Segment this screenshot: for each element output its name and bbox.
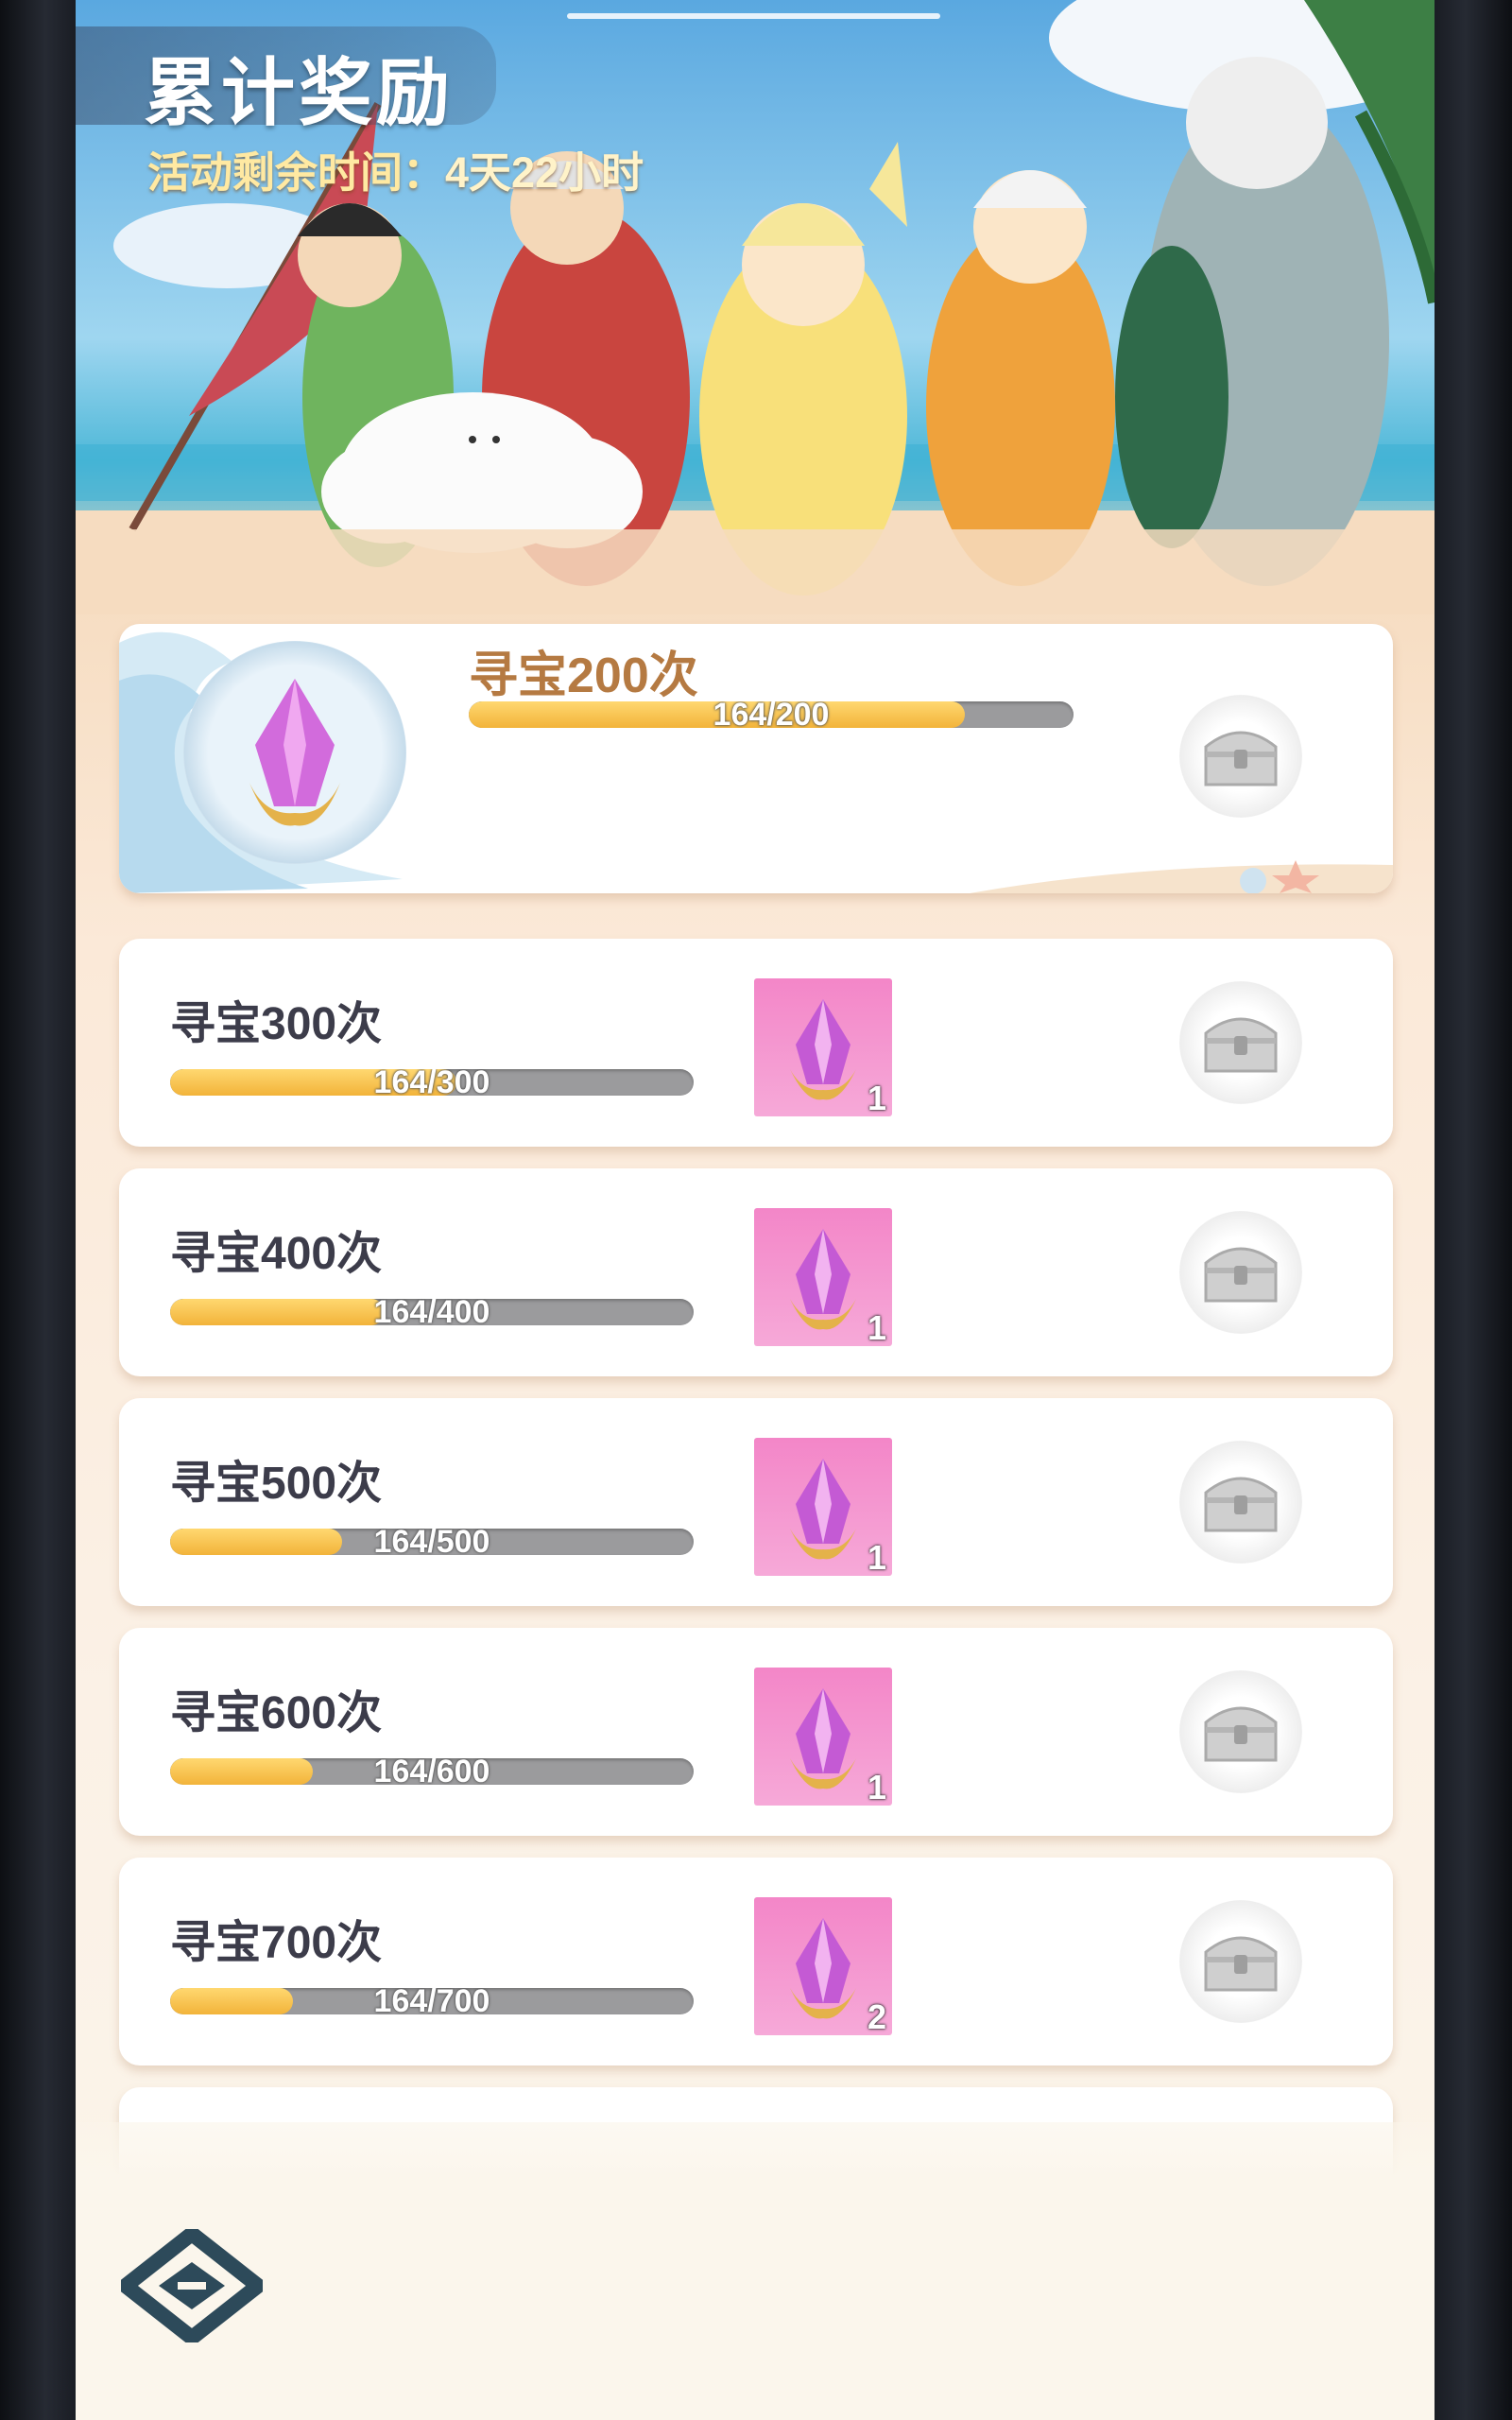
task-label: 寻宝600次 — [170, 1688, 383, 1738]
chest-button[interactable] — [1179, 981, 1302, 1104]
reward-item[interactable]: 1 — [754, 978, 892, 1117]
pink-crystal-icon — [249, 679, 340, 826]
treasure-chest-icon — [1204, 1247, 1278, 1303]
featured-progress-text: 164/200 — [713, 701, 830, 728]
task-progress-bar: 164/600 — [170, 1758, 694, 1785]
event-banner: 累计奖励 活动剩余时间：4天22小时 — [76, 0, 1435, 614]
featured-task-label: 寻宝200次 — [469, 648, 698, 703]
task-progress-bar: 164/700 — [170, 1988, 694, 2014]
reward-count: 1 — [867, 1079, 886, 1117]
treasure-chest-icon — [1204, 1477, 1278, 1532]
task-progress-text: 164/600 — [373, 1758, 490, 1785]
task-card: 寻宝400次 164/400 1 — [119, 1168, 1393, 1376]
reward-count: 2 — [867, 1997, 886, 2036]
task-progress-text: 164/700 — [373, 1988, 490, 2014]
task-card: 寻宝700次 164/700 2 — [119, 1858, 1393, 2066]
reward-count: 1 — [867, 1768, 886, 1806]
reward-item[interactable]: 1 — [754, 1438, 892, 1577]
reward-count: 1 — [867, 1308, 886, 1347]
treasure-chest-icon — [1204, 1017, 1278, 1073]
task-progress-bar: 164/500 — [170, 1529, 694, 1555]
treasure-chest-icon — [1204, 731, 1278, 786]
reward-item[interactable]: 1 — [754, 1668, 892, 1806]
chest-button[interactable] — [1179, 1900, 1302, 2023]
task-progress-text: 164/500 — [373, 1529, 490, 1555]
task-label: 寻宝700次 — [170, 1918, 383, 1968]
timer-label: 活动剩余时间： — [147, 148, 446, 197]
drag-handle[interactable] — [567, 13, 940, 19]
reward-panel: 累计奖励 活动剩余时间：4天22小时 寻宝200次 164/200 寻宝300次… — [76, 0, 1435, 2420]
list-bottom-fade — [76, 2122, 1435, 2420]
diamond-logo-icon[interactable] — [121, 2229, 263, 2342]
featured-chest-button[interactable] — [1179, 695, 1302, 818]
task-progress-bar: 164/300 — [170, 1069, 694, 1096]
reward-item[interactable]: 1 — [754, 1208, 892, 1347]
chest-button[interactable] — [1179, 1670, 1302, 1793]
task-label: 寻宝400次 — [170, 1229, 383, 1279]
task-progress-text: 164/300 — [373, 1069, 490, 1096]
reward-item[interactable]: 2 — [754, 1897, 892, 2036]
timer-value: 4天22小时 — [445, 148, 644, 197]
chest-button[interactable] — [1179, 1441, 1302, 1564]
featured-progress-bar: 164/200 — [469, 701, 1074, 728]
page-title: 累计奖励 — [144, 51, 455, 134]
task-label: 寻宝500次 — [170, 1459, 383, 1509]
task-card: 寻宝500次 164/500 1 — [119, 1398, 1393, 1606]
treasure-chest-icon — [1204, 1706, 1278, 1762]
task-progress-bar: 164/400 — [170, 1299, 694, 1325]
reward-count: 1 — [867, 1538, 886, 1577]
task-card: 寻宝300次 164/300 1 — [119, 939, 1393, 1147]
task-progress-text: 164/400 — [373, 1299, 490, 1325]
featured-crystal-badge — [183, 641, 406, 864]
event-timer: 活动剩余时间：4天22小时 — [147, 138, 644, 199]
task-card: 寻宝600次 164/600 1 — [119, 1628, 1393, 1836]
featured-reward-card: 寻宝200次 164/200 — [119, 624, 1393, 893]
task-label: 寻宝300次 — [170, 999, 383, 1049]
right-frame — [1435, 0, 1512, 2420]
treasure-chest-icon — [1204, 1936, 1278, 1992]
chest-button[interactable] — [1179, 1211, 1302, 1334]
left-frame — [0, 0, 76, 2420]
